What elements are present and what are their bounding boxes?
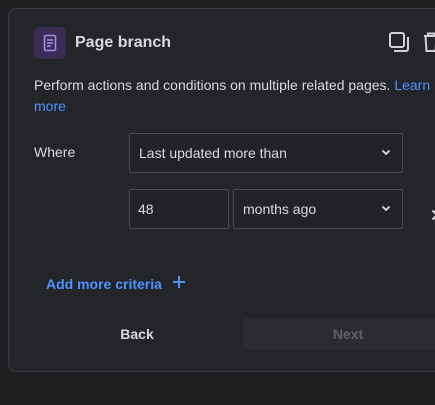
close-icon — [431, 208, 435, 226]
condition-select[interactable]: Last updated more than — [129, 133, 403, 173]
next-label: Next — [332, 326, 364, 342]
card-header: Page branch — [34, 26, 171, 60]
description: Perform actions and conditions on multip… — [34, 75, 435, 117]
card-title: Page branch — [75, 34, 172, 51]
next-button: Next — [243, 318, 435, 350]
description-text: Perform actions and conditions on multip… — [34, 77, 391, 93]
page-icon — [34, 27, 66, 59]
page-branch-card: Page branch Perform actions and conditio… — [8, 8, 435, 372]
duplicate-icon[interactable] — [388, 31, 410, 58]
condition-value: Last updated more than — [139, 145, 287, 161]
header-actions — [388, 31, 435, 58]
add-more-criteria-label: Add more criteria — [46, 275, 162, 292]
delete-icon[interactable] — [420, 31, 435, 58]
amount-value: 48 — [138, 201, 154, 217]
plus-icon — [172, 275, 186, 292]
unit-select[interactable]: months ago — [233, 189, 403, 229]
where-label: Where — [34, 144, 76, 160]
back-button[interactable]: Back — [37, 318, 237, 350]
amount-input[interactable]: 48 — [129, 189, 229, 229]
add-more-criteria-button[interactable]: Add more criteria — [46, 275, 186, 292]
chevron-down-icon — [380, 145, 392, 161]
unit-value: months ago — [243, 201, 317, 217]
chevron-down-icon — [380, 201, 392, 217]
back-label: Back — [120, 326, 154, 342]
remove-criteria-button[interactable] — [426, 206, 435, 228]
